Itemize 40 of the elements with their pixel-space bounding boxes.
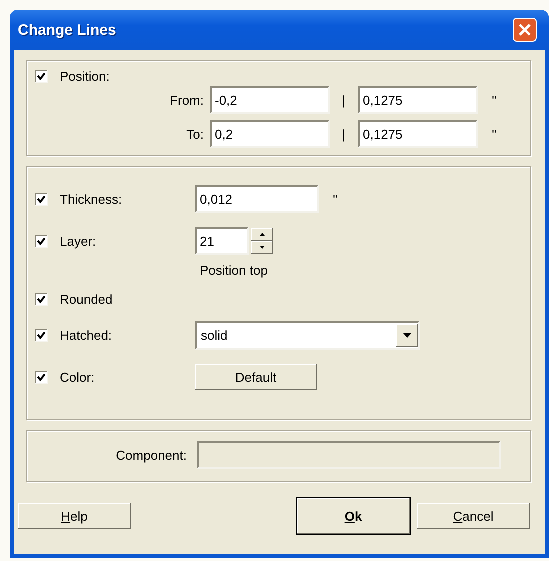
input-field[interactable]: 0,2 [210, 120, 330, 148]
dropdown-arrow-icon [402, 333, 412, 338]
up-arrow-icon [260, 233, 264, 236]
option-label: Layer: [60, 234, 96, 248]
separator-text: | [341, 126, 347, 142]
unit-label: '' [492, 126, 497, 142]
coordinate-label: From: [169, 92, 204, 108]
close-button[interactable] [513, 18, 537, 42]
checkbox[interactable] [35, 192, 48, 206]
option-label: Rounded [60, 292, 113, 307]
unit-label: '' [333, 192, 338, 206]
component-label: Component: [115, 448, 187, 462]
input-field[interactable]: 0,1275 [358, 86, 478, 114]
style-dropdown[interactable]: solid [195, 321, 420, 350]
input-field[interactable]: 0,1275 [358, 120, 478, 148]
checkbox[interactable] [35, 293, 48, 306]
ok-button[interactable]: Ok [297, 498, 410, 534]
spin-up-button[interactable] [251, 228, 273, 241]
spin-field[interactable]: 21 [195, 227, 249, 255]
down-arrow-icon [260, 246, 264, 249]
separator-text: | [341, 92, 347, 108]
unit-label: '' [492, 92, 497, 108]
option-label: Thickness: [60, 192, 122, 206]
position-label: Position: [60, 69, 110, 84]
close-icon [518, 23, 532, 37]
note-text: Position top [200, 263, 269, 278]
coordinate-label: To: [186, 126, 204, 142]
help-button[interactable]: Help [18, 503, 131, 529]
input-field[interactable]: 0,012 [195, 185, 319, 213]
input-field[interactable]: -0,2 [210, 86, 330, 114]
checkbox[interactable] [35, 70, 48, 83]
checkbox[interactable] [35, 370, 48, 384]
window-title: Change Lines [18, 22, 116, 38]
checkbox[interactable] [35, 329, 48, 342]
checkbox[interactable] [35, 234, 48, 248]
cancel-button[interactable]: Cancel [417, 503, 530, 529]
default-button[interactable]: Default [195, 364, 317, 390]
option-label: Color: [60, 370, 95, 384]
option-label: Hatched: [60, 328, 112, 343]
spin-down-button[interactable] [251, 241, 273, 254]
